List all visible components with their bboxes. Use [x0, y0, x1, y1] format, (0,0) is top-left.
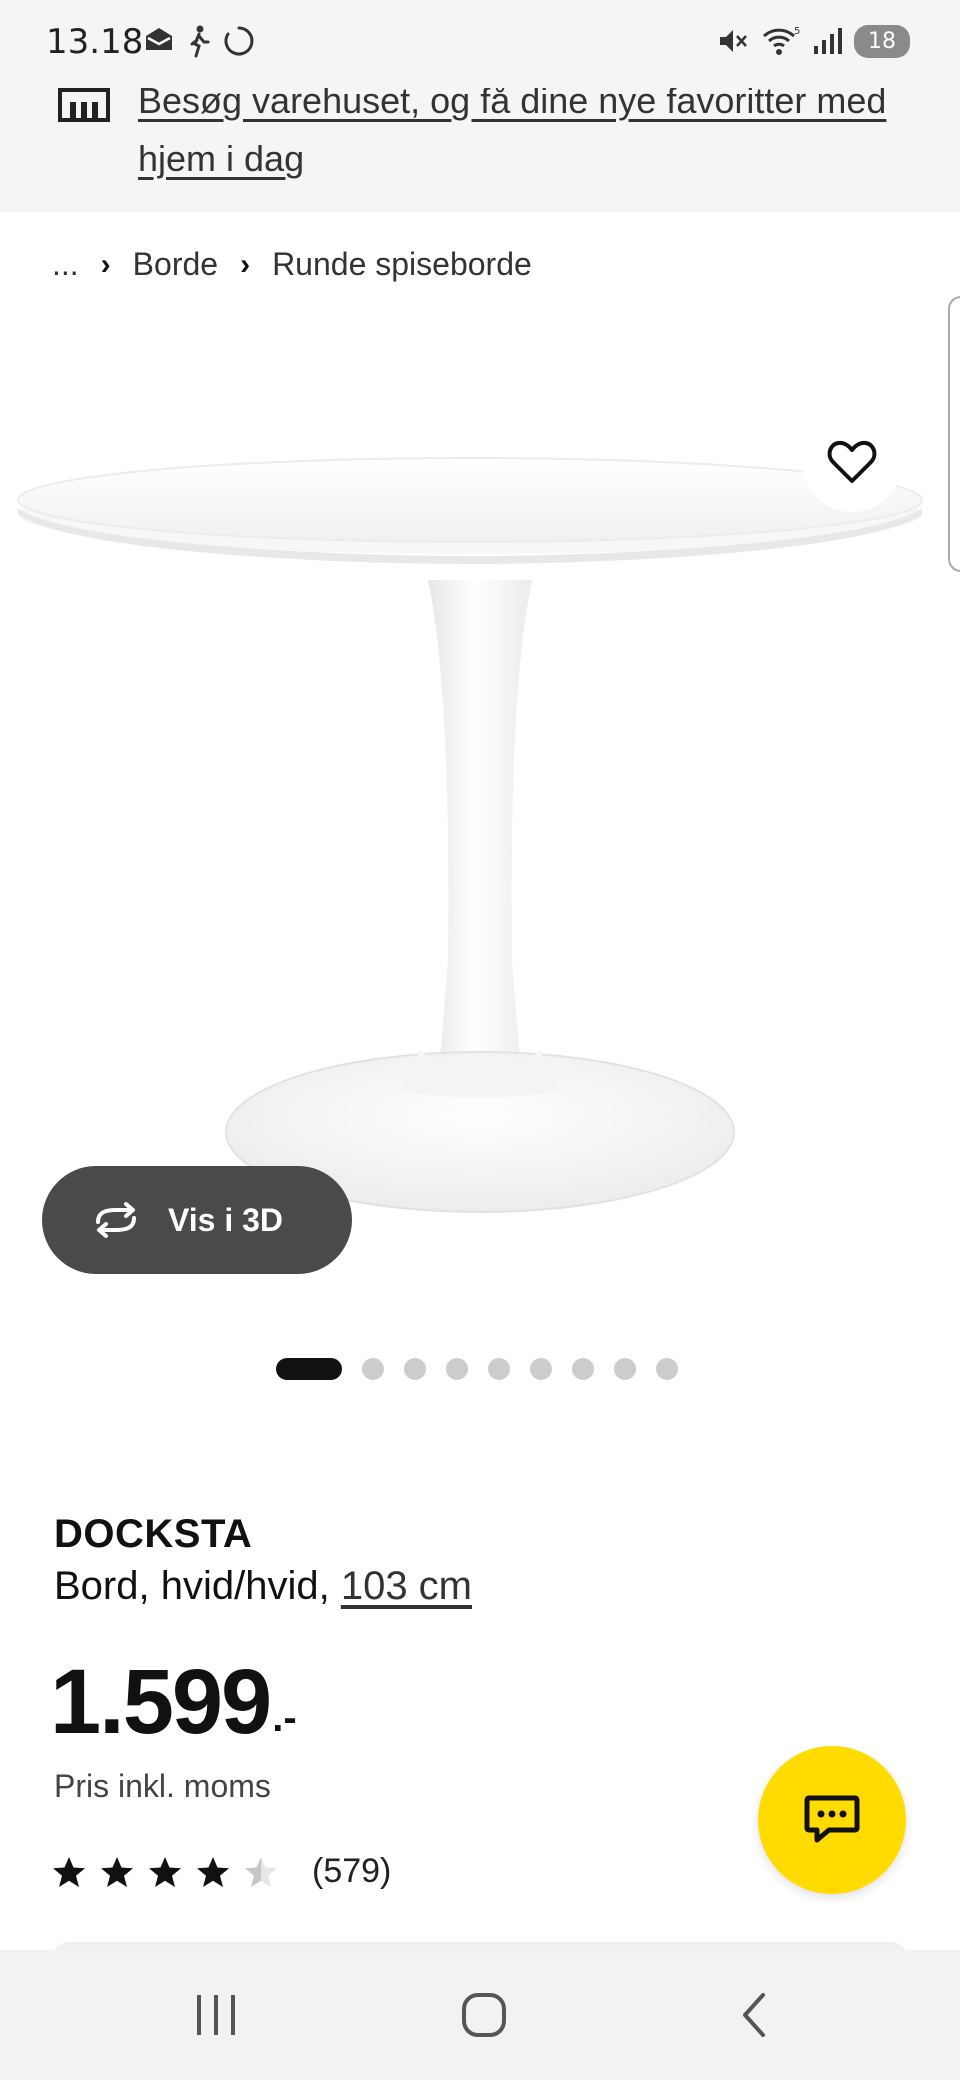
star-filled-icon	[101, 1856, 133, 1887]
carousel-dot[interactable]	[404, 1358, 426, 1380]
sync-icon	[224, 26, 254, 56]
price-suffix: .-	[272, 1696, 297, 1740]
system-nav-bar	[0, 1950, 960, 2080]
vat-note: Pris inkl. moms	[54, 1768, 271, 1804]
svg-text:5: 5	[794, 26, 800, 37]
star-half-icon	[245, 1856, 277, 1887]
store-icon	[58, 88, 110, 122]
chevron-right-icon: ›	[240, 247, 251, 281]
recent-apps-icon	[197, 1995, 235, 2035]
home-icon	[462, 1993, 506, 2037]
star-filled-icon	[149, 1856, 181, 1887]
rating-stars	[52, 1856, 278, 1888]
carousel-dot[interactable]	[572, 1358, 594, 1380]
status-left-icons	[142, 24, 256, 58]
heart-icon	[827, 440, 877, 483]
star-filled-icon	[197, 1856, 229, 1887]
carousel-dots	[276, 1358, 678, 1380]
carousel-dot[interactable]	[656, 1358, 678, 1380]
breadcrumb-item-borde[interactable]: Borde	[133, 246, 218, 283]
back-button[interactable]	[714, 1980, 794, 2050]
product-description: Bord, hvid/hvid, 103 cm	[54, 1564, 472, 1609]
carousel-dot-active[interactable]	[276, 1358, 342, 1380]
status-right-icons: 5 18	[716, 24, 910, 58]
chat-icon	[804, 1795, 860, 1843]
carousel-dot[interactable]	[362, 1358, 384, 1380]
favorite-button[interactable]	[802, 412, 902, 512]
store-banner[interactable]: Besøg varehuset, og få dine nye favoritt…	[0, 88, 960, 212]
back-icon	[743, 1993, 765, 2037]
view-in-3d-button[interactable]: Vis i 3D	[42, 1166, 352, 1274]
message-icon	[146, 28, 172, 50]
status-bar: 13.18 5 18	[0, 0, 960, 88]
carousel-dot[interactable]	[446, 1358, 468, 1380]
chat-button[interactable]	[758, 1746, 906, 1894]
product-description-text: Bord, hvid/hvid,	[54, 1564, 341, 1608]
carousel-dot[interactable]	[488, 1358, 510, 1380]
review-count[interactable]: (579)	[312, 1852, 391, 1891]
breadcrumb: ... › Borde › Runde spiseborde	[52, 246, 532, 283]
rotate-3d-icon	[96, 1202, 136, 1238]
product-name: DOCKSTA	[54, 1512, 253, 1556]
wifi-icon: 5	[762, 26, 800, 55]
carousel-dot[interactable]	[530, 1358, 552, 1380]
walking-icon	[190, 25, 210, 58]
battery-indicator: 18	[854, 24, 910, 58]
status-time: 13.18	[46, 22, 144, 62]
store-banner-link[interactable]: Besøg varehuset, og få dine nye favoritt…	[138, 88, 918, 188]
mute-icon	[720, 30, 747, 52]
chevron-right-icon: ›	[100, 247, 111, 281]
product-size-link[interactable]: 103 cm	[341, 1564, 472, 1608]
star-filled-icon	[53, 1856, 85, 1887]
home-button[interactable]	[444, 1980, 524, 2050]
signal-icon	[814, 28, 842, 54]
product-price: 1.599 .-	[50, 1650, 297, 1755]
price-amount: 1.599	[50, 1651, 272, 1753]
view-in-3d-label: Vis i 3D	[168, 1201, 284, 1238]
breadcrumb-ellipsis[interactable]: ...	[52, 246, 79, 283]
carousel-dot[interactable]	[614, 1358, 636, 1380]
recent-apps-button[interactable]	[176, 1980, 256, 2050]
breadcrumb-item-runde-spiseborde[interactable]: Runde spiseborde	[272, 246, 532, 283]
product-rating[interactable]: (579)	[52, 1852, 391, 1891]
